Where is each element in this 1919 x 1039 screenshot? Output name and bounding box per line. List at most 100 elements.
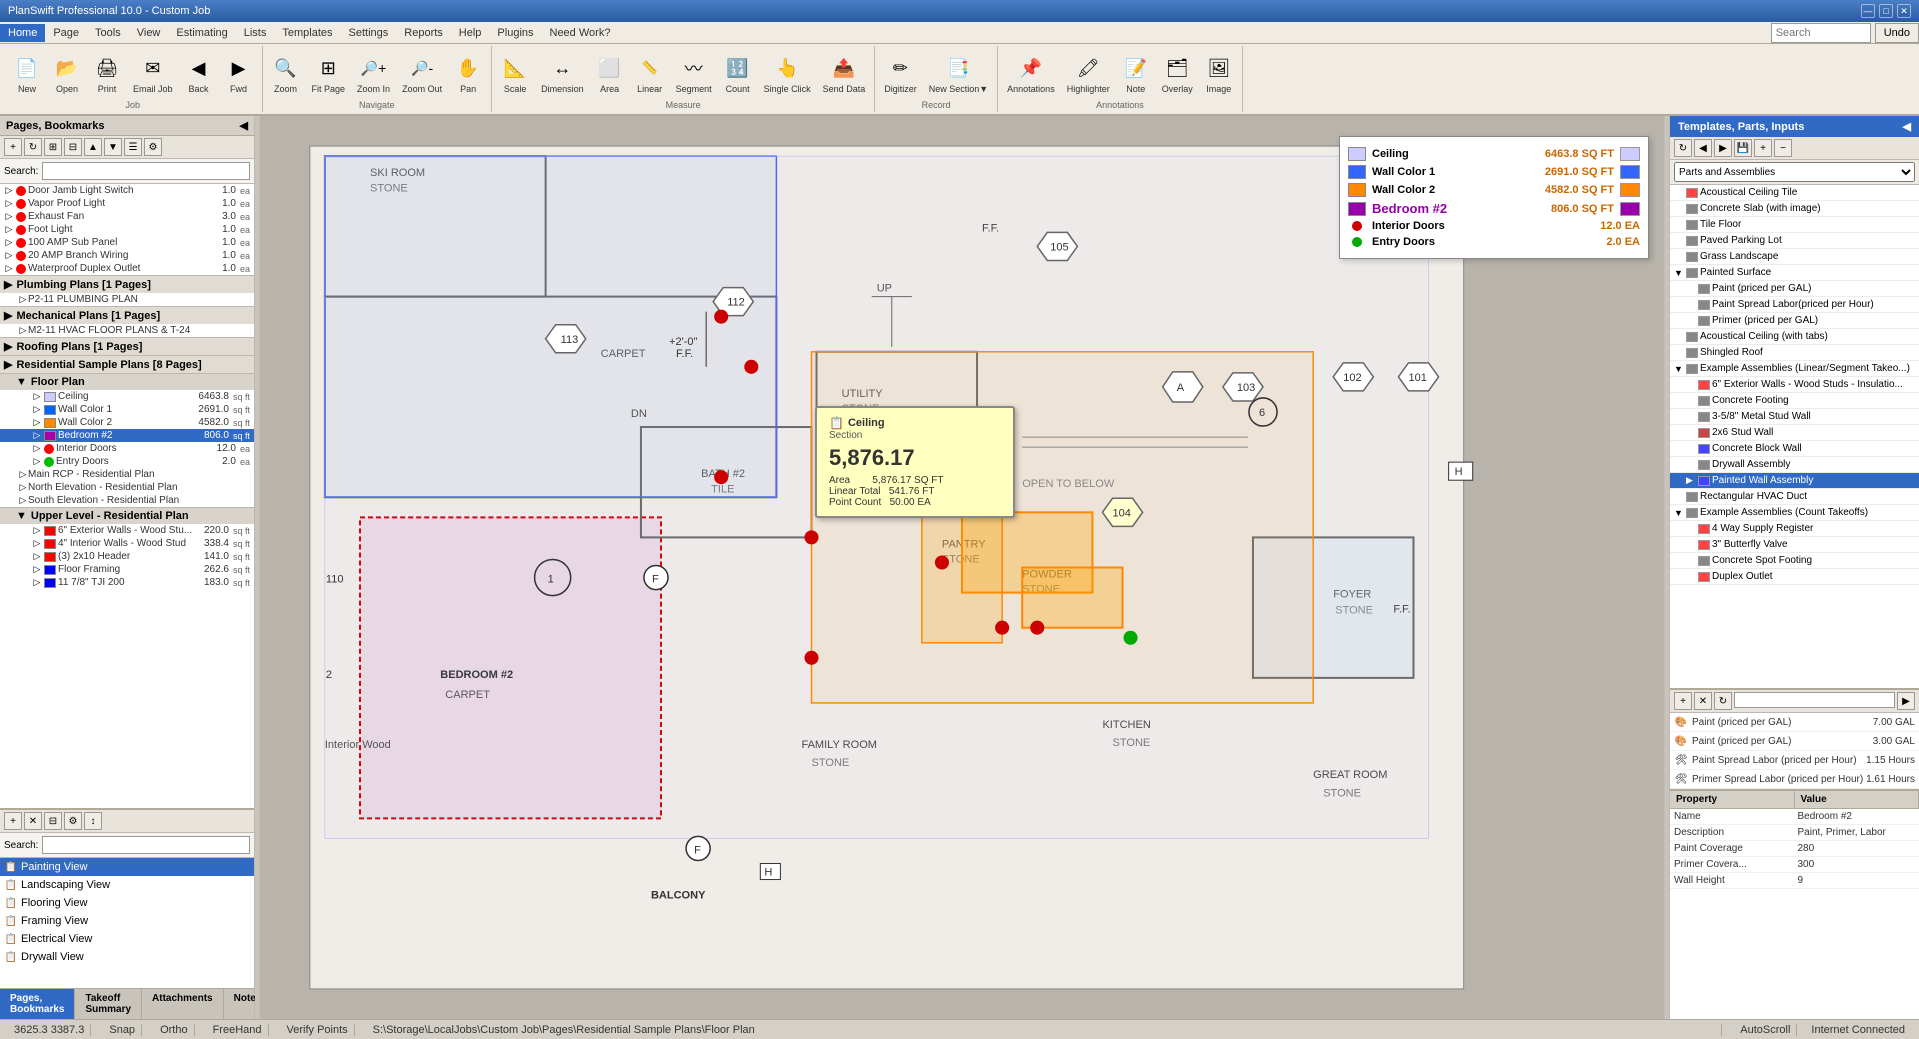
collapse-icon[interactable]: ◀ <box>240 119 248 132</box>
tree-item-8[interactable]: ▷P2-11 PLUMBING PLAN <box>0 293 254 306</box>
view-add-button[interactable]: + <box>4 812 22 830</box>
tree-item-25[interactable]: ▷4" Interior Walls - Wood Stud338.4sq ft <box>0 537 254 550</box>
tree-expand-button[interactable]: ⊞ <box>44 138 62 156</box>
right-tree-item-0-1[interactable]: Concrete Slab (with image) <box>1670 201 1919 217</box>
overlay-button[interactable]: 🗂Overlay <box>1157 48 1198 100</box>
menu-item-lists[interactable]: Lists <box>236 24 275 42</box>
area-button[interactable]: ⬜Area <box>591 48 629 100</box>
menu-item-help[interactable]: Help <box>451 24 490 42</box>
menu-item-plugins[interactable]: Plugins <box>489 24 541 42</box>
rp-remove-btn[interactable]: − <box>1774 139 1792 157</box>
right-tree-item-0-8[interactable]: ▼Example Assemblies (Linear/Segment Take… <box>1670 361 1919 377</box>
menu-item-need-work[interactable]: Need Work? <box>542 24 619 42</box>
view-settings-button[interactable]: ⚙ <box>64 812 82 830</box>
image-button[interactable]: 🖼Image <box>1200 48 1238 100</box>
tree-item-5[interactable]: ▷20 AMP Branch Wiring1.0ea <box>0 249 254 262</box>
tree-settings-button[interactable]: ⚙ <box>144 138 162 156</box>
tree-item-16[interactable]: ▷Wall Color 24582.0sq ft <box>0 416 254 429</box>
new-button[interactable]: 📄New <box>8 48 46 100</box>
tree-item-1[interactable]: ▷Vapor Proof Light1.0ea <box>0 197 254 210</box>
tree-item-10[interactable]: ▷M2-11 HVAC FLOOR PLANS & T-24 <box>0 324 254 337</box>
menu-item-reports[interactable]: Reports <box>396 24 451 42</box>
fit-page-button[interactable]: ⊞Fit Page <box>307 48 351 100</box>
status-snap[interactable]: Snap <box>103 1024 142 1036</box>
menu-item-view[interactable]: View <box>129 24 169 42</box>
linear-button[interactable]: 📏Linear <box>631 48 669 100</box>
window-controls[interactable]: — □ ✕ <box>1861 4 1911 18</box>
parts-add-btn[interactable]: + <box>1674 692 1692 710</box>
single-click-button[interactable]: 👆Single Click <box>759 48 816 100</box>
segment-button[interactable]: 〰Segment <box>671 48 717 100</box>
scale-button[interactable]: 📐Scale <box>496 48 534 100</box>
tree-item-2[interactable]: ▷Exhaust Fan3.0ea <box>0 210 254 223</box>
tree-item-4[interactable]: ▷100 AMP Sub Panel1.0ea <box>0 236 254 249</box>
menu-item-page[interactable]: Page <box>45 24 87 42</box>
right-tree-item-0-4[interactable]: Grass Landscape <box>1670 249 1919 265</box>
rp-next-btn[interactable]: ▶ <box>1714 139 1732 157</box>
fwd-button[interactable]: ▶Fwd <box>220 48 258 100</box>
right-tree-item-0-7[interactable]: Shingled Roof <box>1670 345 1919 361</box>
canvas-area[interactable]: BEDROOM #2 CARPET SKI ROOM STONE CARPET … <box>255 116 1669 1019</box>
rp-refresh-btn[interactable]: ↻ <box>1674 139 1692 157</box>
right-tree-item-1-1[interactable]: 3" Butterfly Valve <box>1670 537 1919 553</box>
zoom-button[interactable]: 🔍Zoom <box>267 48 305 100</box>
pan-button[interactable]: ✋Pan <box>449 48 487 100</box>
parts-del-btn[interactable]: ✕ <box>1694 692 1712 710</box>
status-ortho[interactable]: Ortho <box>154 1024 195 1036</box>
tree-item-6[interactable]: ▷Waterproof Duplex Outlet1.0ea <box>0 262 254 275</box>
right-tree-item-1-1[interactable]: Concrete Footing <box>1670 393 1919 409</box>
maximize-button[interactable]: □ <box>1879 4 1893 18</box>
count-button[interactable]: 🔢Count <box>719 48 757 100</box>
menu-item-estimating[interactable]: Estimating <box>168 24 235 42</box>
right-tree-item-1-2[interactable]: 3-5/8" Metal Stud Wall <box>1670 409 1919 425</box>
right-tree-item-0-3[interactable]: Paved Parking Lot <box>1670 233 1919 249</box>
parts-dropdown[interactable]: Parts and Assemblies <box>1674 162 1915 182</box>
close-button[interactable]: ✕ <box>1897 4 1911 18</box>
right-tree-item-0-5[interactable]: ▼Painted Surface <box>1670 265 1919 281</box>
menu-item-tools[interactable]: Tools <box>87 24 129 42</box>
tree-add-button[interactable]: + <box>4 138 22 156</box>
tree-section-12[interactable]: ▶Residential Sample Plans [8 Pages] <box>0 355 254 373</box>
rp-prev-btn[interactable]: ◀ <box>1694 139 1712 157</box>
zoom-in-button[interactable]: 🔎+Zoom In <box>352 48 395 100</box>
bottom-search-input[interactable] <box>42 836 250 854</box>
right-tree-item-1-2[interactable]: Concrete Spot Footing <box>1670 553 1919 569</box>
rp-add-btn[interactable]: + <box>1754 139 1772 157</box>
right-tree-item-0-0[interactable]: Acoustical Ceiling Tile <box>1670 185 1919 201</box>
view-item-1[interactable]: 📋Landscaping View <box>0 876 254 894</box>
menu-item-settings[interactable]: Settings <box>341 24 397 42</box>
right-tree-item-1-5[interactable]: Drywall Assembly <box>1670 457 1919 473</box>
digitizer-button[interactable]: ✏Digitizer <box>879 48 922 100</box>
view-item-2[interactable]: 📋Flooring View <box>0 894 254 912</box>
view-item-0[interactable]: 📋Painting View <box>0 858 254 876</box>
send-data-button[interactable]: 📤Send Data <box>818 48 871 100</box>
view-item-5[interactable]: 📋Drywall View <box>0 948 254 966</box>
tree-item-21[interactable]: ▷North Elevation - Residential Plan <box>0 481 254 494</box>
email-button[interactable]: ✉Email Job <box>128 48 178 100</box>
view-item-3[interactable]: 📋Framing View <box>0 912 254 930</box>
tree-item-14[interactable]: ▷Ceiling6463.8sq ft <box>0 390 254 403</box>
status-freehand[interactable]: FreeHand <box>207 1024 269 1036</box>
tree-section-7[interactable]: ▶Plumbing Plans [1 Pages] <box>0 275 254 293</box>
view-item-4[interactable]: 📋Electrical View <box>0 930 254 948</box>
right-tree-item-0-9[interactable]: Rectangular HVAC Duct <box>1670 489 1919 505</box>
parts-refresh-btn[interactable]: ↻ <box>1714 692 1732 710</box>
print-button[interactable]: 🖨Print <box>88 48 126 100</box>
rp-save-btn[interactable]: 💾 <box>1734 139 1752 157</box>
tree-item-24[interactable]: ▷6" Exterior Walls - Wood Stu...220.0sq … <box>0 524 254 537</box>
undo-button[interactable]: Undo <box>1875 23 1919 43</box>
tree-subsection-13[interactable]: ▼Floor Plan <box>0 373 254 390</box>
right-tree-item-1-3[interactable]: Duplex Outlet <box>1670 569 1919 585</box>
tree-collapse-button[interactable]: ⊟ <box>64 138 82 156</box>
menu-item-templates[interactable]: Templates <box>274 24 340 42</box>
tree-item-19[interactable]: ▷Entry Doors2.0ea <box>0 455 254 468</box>
tree-item-18[interactable]: ▷Interior Doors12.0ea <box>0 442 254 455</box>
right-tree-item-1-0[interactable]: 4 Way Supply Register <box>1670 521 1919 537</box>
zoom-out-button[interactable]: 🔎-Zoom Out <box>397 48 447 100</box>
right-tree-item-1-6[interactable]: ▶Painted Wall Assembly <box>1670 473 1919 489</box>
tab-pages-bookmarks[interactable]: Pages, Bookmarks <box>0 989 75 1019</box>
highlighter-button[interactable]: 🖍Highlighter <box>1062 48 1115 100</box>
tree-refresh-button[interactable]: ↻ <box>24 138 42 156</box>
right-panel-collapse[interactable]: ◀ <box>1903 120 1911 133</box>
parts-search-input[interactable] <box>1734 692 1895 708</box>
